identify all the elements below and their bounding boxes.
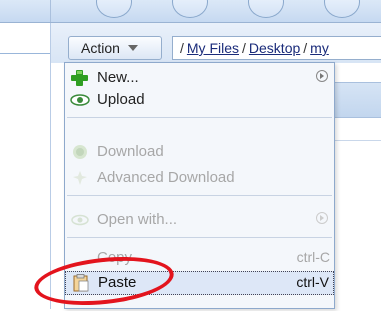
menu-item-shortcut: ctrl-V [296, 274, 329, 290]
menu-item-advanced-download[interactable]: Advanced Download [65, 167, 334, 189]
divider [50, 0, 51, 22]
path-separator: / [242, 40, 246, 56]
breadcrumb-desktop[interactable]: Desktop [249, 40, 300, 56]
menu-separator [67, 195, 332, 196]
open-with-icon [71, 214, 89, 226]
toolbar-round-button[interactable] [248, 0, 284, 18]
left-navigation-pane [0, 23, 51, 309]
menu-item-paste[interactable]: Paste ctrl-V [65, 271, 334, 295]
breadcrumb-my[interactable]: my [310, 40, 329, 56]
menu-item-upload[interactable]: Upload [65, 89, 334, 111]
action-dropdown-menu: New... Upload Download Advanced Download… [64, 62, 335, 309]
menu-item-label: Advanced Download [97, 169, 235, 186]
paste-icon [73, 274, 89, 292]
menu-item-open-with[interactable]: Open with... [65, 209, 334, 231]
menu-item-new[interactable]: New... [65, 67, 334, 89]
action-menu-button[interactable]: Action [68, 36, 162, 60]
action-label: Action [81, 40, 120, 56]
toolbar-round-button[interactable] [96, 0, 132, 18]
submenu-arrow-icon [316, 212, 328, 224]
chevron-down-icon [127, 45, 138, 51]
menu-item-label: Open with... [97, 211, 178, 228]
menu-item-label: Paste [98, 274, 137, 291]
toolbar-round-button[interactable] [324, 0, 360, 18]
menu-item-label: Upload [97, 91, 145, 108]
menu-separator [67, 237, 332, 238]
green-plus-icon [71, 70, 88, 86]
path-separator: / [303, 40, 308, 56]
grid-row-divider [334, 140, 381, 141]
menu-item-shortcut: ctrl-C [296, 249, 330, 265]
download-icon [73, 145, 87, 159]
divider [0, 53, 50, 54]
top-toolbar-strip [0, 0, 381, 23]
menu-item-label: New... [97, 69, 139, 86]
menu-item-copy[interactable]: Copy ctrl-C [65, 247, 334, 269]
menu-item-label: Download [97, 143, 164, 160]
breadcrumb-my-files[interactable]: My Files [187, 40, 239, 56]
toolbar-round-button[interactable] [172, 0, 208, 18]
eye-upload-icon [70, 94, 90, 106]
menu-item-label: Copy [97, 249, 133, 266]
menu-item-download[interactable]: Download [65, 141, 334, 163]
submenu-arrow-icon [316, 70, 328, 82]
breadcrumb: / My Files / Desktop / my [172, 36, 381, 60]
path-separator: / [180, 40, 184, 56]
file-grid-header [334, 82, 381, 118]
advanced-download-icon [73, 171, 87, 185]
menu-separator [67, 117, 332, 118]
